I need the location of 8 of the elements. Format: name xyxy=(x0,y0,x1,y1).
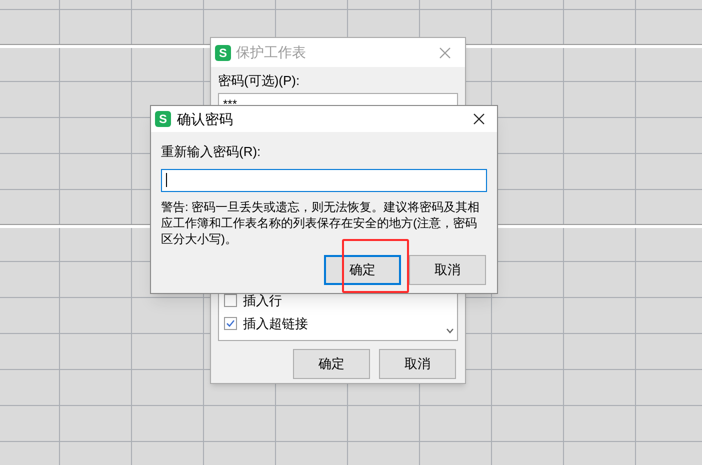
checkbox-label: 插入超链接 xyxy=(243,314,308,333)
warning-text: 警告: 密码一旦丢失或遗忘，则无法恢复。建议将密码及其相应工作簿和工作表名称的列表保存在安全的地方(注意，密码区分大小写)。 xyxy=(161,198,481,246)
field-label: 重新输入密码(R): xyxy=(161,143,262,161)
field-label: 密码(可选)(P): xyxy=(218,72,301,90)
checkbox-label: 插入行 xyxy=(243,292,282,310)
window-title: 保护工作表 xyxy=(236,43,307,62)
app-logo: S xyxy=(155,111,171,127)
app-logo: S xyxy=(215,44,231,60)
